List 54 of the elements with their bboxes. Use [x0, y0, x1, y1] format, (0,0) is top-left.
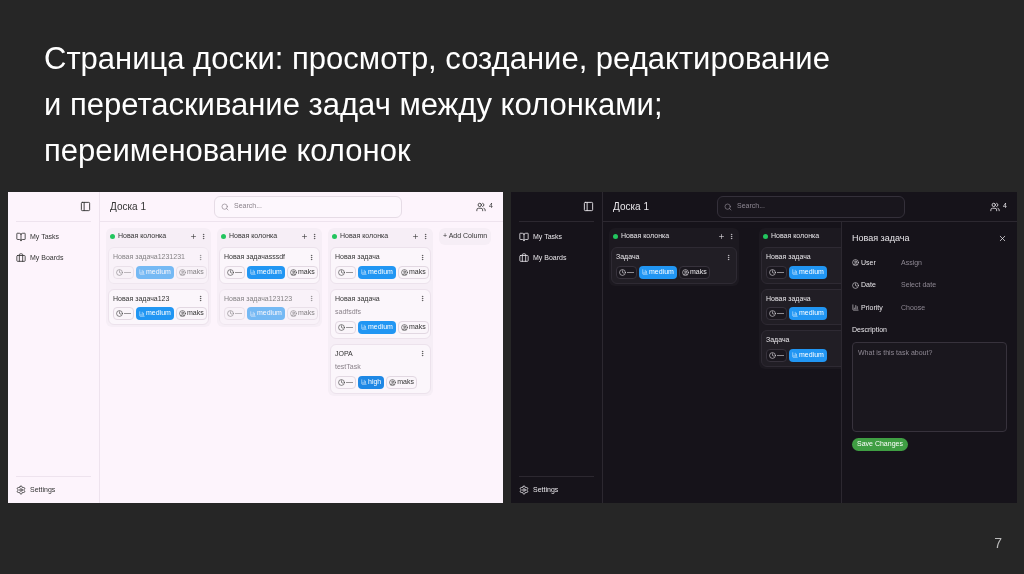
board-title: Доска 1: [613, 200, 650, 214]
bar-chart-icon: [250, 310, 256, 317]
briefcase-icon: [519, 252, 529, 263]
bar-chart-icon: [139, 269, 145, 275]
clock-icon: [116, 310, 123, 317]
add-icon[interactable]: [190, 232, 197, 240]
users-icon: [476, 201, 487, 212]
book-icon: [519, 232, 529, 243]
sidebar-toggle-icon[interactable]: [80, 201, 91, 212]
clock-icon: [619, 268, 626, 276]
clock-icon: [769, 268, 776, 276]
bar-chart-icon: [792, 269, 798, 275]
user-icon: [400, 323, 408, 331]
user-icon: [289, 310, 297, 317]
user-icon: [289, 268, 297, 276]
book-icon: [16, 232, 26, 243]
briefcase-icon: [16, 252, 26, 263]
panel-title: Новая задача: [852, 232, 910, 245]
user-icon: [389, 378, 397, 386]
search-icon: [221, 202, 229, 211]
clock-icon: [852, 281, 859, 289]
page-number: 7: [994, 534, 1002, 553]
clock-icon: [227, 268, 234, 276]
slide-title: Страница доски: просмотр, создание, редактирование и перетаскивание задач между колонками; переименование колонок: [44, 40, 831, 170]
clock-icon: [338, 268, 345, 276]
bar-chart-icon: [139, 310, 145, 317]
board-title: Доска 1: [110, 200, 147, 214]
bar-chart-icon: [792, 310, 798, 317]
users-icon: [990, 201, 1001, 212]
bar-chart-icon: [642, 269, 648, 275]
add-icon[interactable]: [412, 232, 419, 240]
add-icon[interactable]: [301, 232, 308, 240]
clock-icon: [116, 268, 123, 276]
user-icon: [178, 310, 186, 317]
search-icon: [724, 202, 732, 211]
user-icon: [178, 268, 186, 276]
bar-chart-icon: [361, 269, 367, 275]
clock-icon: [338, 323, 345, 331]
user-icon: [400, 268, 408, 276]
close-icon[interactable]: [998, 234, 1007, 244]
add-icon[interactable]: [718, 232, 725, 240]
user-icon: [852, 259, 859, 267]
clock-icon: [769, 310, 776, 317]
clock-icon: [338, 378, 345, 386]
user-icon: [681, 268, 689, 276]
settings-icon: [16, 484, 26, 495]
bar-chart-icon: [792, 352, 798, 358]
clock-icon: [227, 310, 234, 317]
bar-chart-icon: [250, 269, 256, 275]
bar-chart-icon: [361, 379, 367, 385]
bar-chart-icon: [852, 304, 859, 312]
settings-icon: [519, 484, 529, 495]
bar-chart-icon: [361, 324, 367, 330]
clock-icon: [769, 351, 776, 359]
